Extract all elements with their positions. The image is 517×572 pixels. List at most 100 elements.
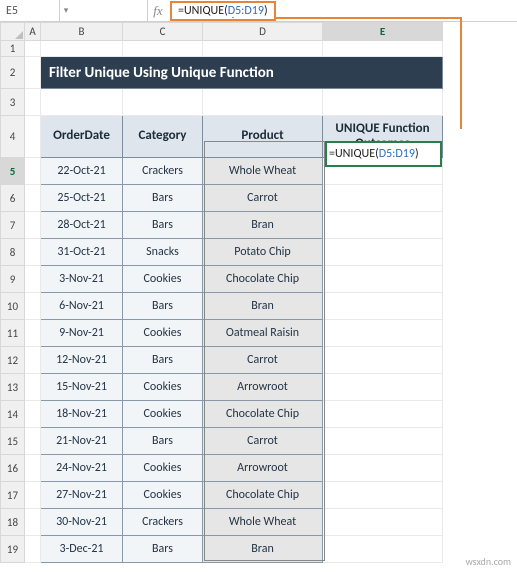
cell-cat[interactable]: Cookies (123, 320, 203, 347)
cell-date[interactable]: 25-Oct-21 (41, 185, 123, 212)
cell[interactable] (25, 41, 41, 57)
cell-cat[interactable]: Bars (123, 185, 203, 212)
cell-date[interactable]: 6-Nov-21 (41, 293, 123, 320)
cell-prod[interactable]: Chocolate Chip (203, 482, 323, 509)
cell-cat[interactable]: Snacks (123, 239, 203, 266)
cell-date[interactable]: 28-Oct-21 (41, 212, 123, 239)
cell[interactable] (323, 185, 443, 212)
cell[interactable] (323, 320, 443, 347)
cell[interactable] (323, 374, 443, 401)
cell-date[interactable]: 18-Nov-21 (41, 401, 123, 428)
header-category[interactable]: Category (123, 116, 203, 158)
cell[interactable] (25, 455, 41, 482)
cell[interactable] (323, 455, 443, 482)
cell[interactable] (323, 536, 443, 563)
cell[interactable] (323, 266, 443, 293)
row-header[interactable]: 1 (1, 41, 25, 57)
cell-date[interactable]: 9-Nov-21 (41, 320, 123, 347)
cell-prod[interactable]: Chocolate Chip (203, 401, 323, 428)
cell[interactable] (25, 239, 41, 266)
cell-prod[interactable]: Carrot (203, 185, 323, 212)
row-header[interactable]: 3 (1, 89, 25, 116)
cell[interactable] (25, 266, 41, 293)
row-header[interactable]: 8 (1, 239, 25, 266)
row-header[interactable]: 19 (1, 536, 25, 563)
cell[interactable] (25, 212, 41, 239)
cell-date[interactable]: 24-Nov-21 (41, 455, 123, 482)
col-header-d[interactable]: D (203, 23, 323, 41)
cell[interactable] (25, 320, 41, 347)
cell[interactable] (25, 482, 41, 509)
cell[interactable] (41, 41, 123, 57)
cell[interactable] (25, 293, 41, 320)
cell-prod[interactable]: Bran (203, 536, 323, 563)
cell[interactable] (323, 428, 443, 455)
active-cell[interactable]: =UNIQUE(D5:D19) (325, 141, 442, 167)
row-header[interactable]: 5 (1, 158, 25, 185)
cell[interactable] (123, 41, 203, 57)
sheet-title[interactable]: Filter Unique Using Unique Function (41, 57, 443, 89)
formula-bar[interactable]: =UNIQUE(D5:D19) (168, 1, 517, 21)
row-header[interactable]: 15 (1, 428, 25, 455)
cell[interactable] (323, 293, 443, 320)
cell[interactable] (25, 158, 41, 185)
cell-date[interactable]: 27-Nov-21 (41, 482, 123, 509)
cell-prod[interactable]: Carrot (203, 347, 323, 374)
cell-cat[interactable]: Cookies (123, 374, 203, 401)
col-header-a[interactable]: A (25, 23, 41, 41)
cell-prod[interactable]: Arrowroot (203, 455, 323, 482)
row-header[interactable]: 9 (1, 266, 25, 293)
cell-cat[interactable]: Cookies (123, 266, 203, 293)
row-header[interactable]: 4 (1, 116, 25, 158)
name-box-dropdown-icon[interactable]: ▾ (60, 5, 72, 16)
cell[interactable] (25, 401, 41, 428)
cell[interactable] (25, 57, 41, 89)
row-header[interactable]: 11 (1, 320, 25, 347)
cell-prod[interactable]: Chocolate Chip (203, 266, 323, 293)
cell[interactable] (323, 239, 443, 266)
row-header[interactable]: 12 (1, 347, 25, 374)
cell[interactable] (323, 41, 443, 57)
cell[interactable] (323, 401, 443, 428)
row-header[interactable]: 14 (1, 401, 25, 428)
cell-cat[interactable]: Cookies (123, 401, 203, 428)
cell[interactable] (203, 41, 323, 57)
header-orderdate[interactable]: OrderDate (41, 116, 123, 158)
cell-cat[interactable]: Bars (123, 293, 203, 320)
cell-cat[interactable]: Bars (123, 347, 203, 374)
cell[interactable] (203, 89, 323, 116)
cell-prod[interactable]: Arrowroot (203, 374, 323, 401)
cell[interactable] (323, 89, 443, 116)
cell-cat[interactable]: Cookies (123, 482, 203, 509)
cell-prod[interactable]: Whole Wheat (203, 158, 323, 185)
cell-date[interactable]: 3-Nov-21 (41, 266, 123, 293)
row-header[interactable]: 6 (1, 185, 25, 212)
cell-cat[interactable]: Bars (123, 536, 203, 563)
cell-cat[interactable]: Cookies (123, 455, 203, 482)
cell[interactable] (25, 536, 41, 563)
row-header[interactable]: 7 (1, 212, 25, 239)
cell-date[interactable]: 21-Nov-21 (41, 428, 123, 455)
col-header-c[interactable]: C (123, 23, 203, 41)
row-header[interactable]: 10 (1, 293, 25, 320)
cell[interactable] (25, 89, 41, 116)
cell[interactable] (25, 116, 41, 158)
cell-date[interactable]: 22-Oct-21 (41, 158, 123, 185)
cell[interactable] (323, 212, 443, 239)
cell-date[interactable]: 3-Dec-21 (41, 536, 123, 563)
cell-prod[interactable]: Oatmeal Raisin (203, 320, 323, 347)
cell[interactable] (41, 89, 123, 116)
cell-date[interactable]: 12-Nov-21 (41, 347, 123, 374)
cell[interactable] (323, 347, 443, 374)
cell-cat[interactable]: Bars (123, 212, 203, 239)
cell-date[interactable]: 30-Nov-21 (41, 509, 123, 536)
cell-date[interactable]: 31-Oct-21 (41, 239, 123, 266)
cell-prod[interactable]: Bran (203, 212, 323, 239)
cell[interactable] (25, 428, 41, 455)
cell-cat[interactable]: Crackers (123, 158, 203, 185)
cell-cat[interactable]: Crackers (123, 509, 203, 536)
cell[interactable] (25, 347, 41, 374)
spreadsheet-grid[interactable]: A B C D E 1 2 Filter Unique Using Unique… (0, 22, 443, 563)
fx-icon[interactable]: fx (148, 3, 168, 19)
col-header-b[interactable]: B (41, 23, 123, 41)
